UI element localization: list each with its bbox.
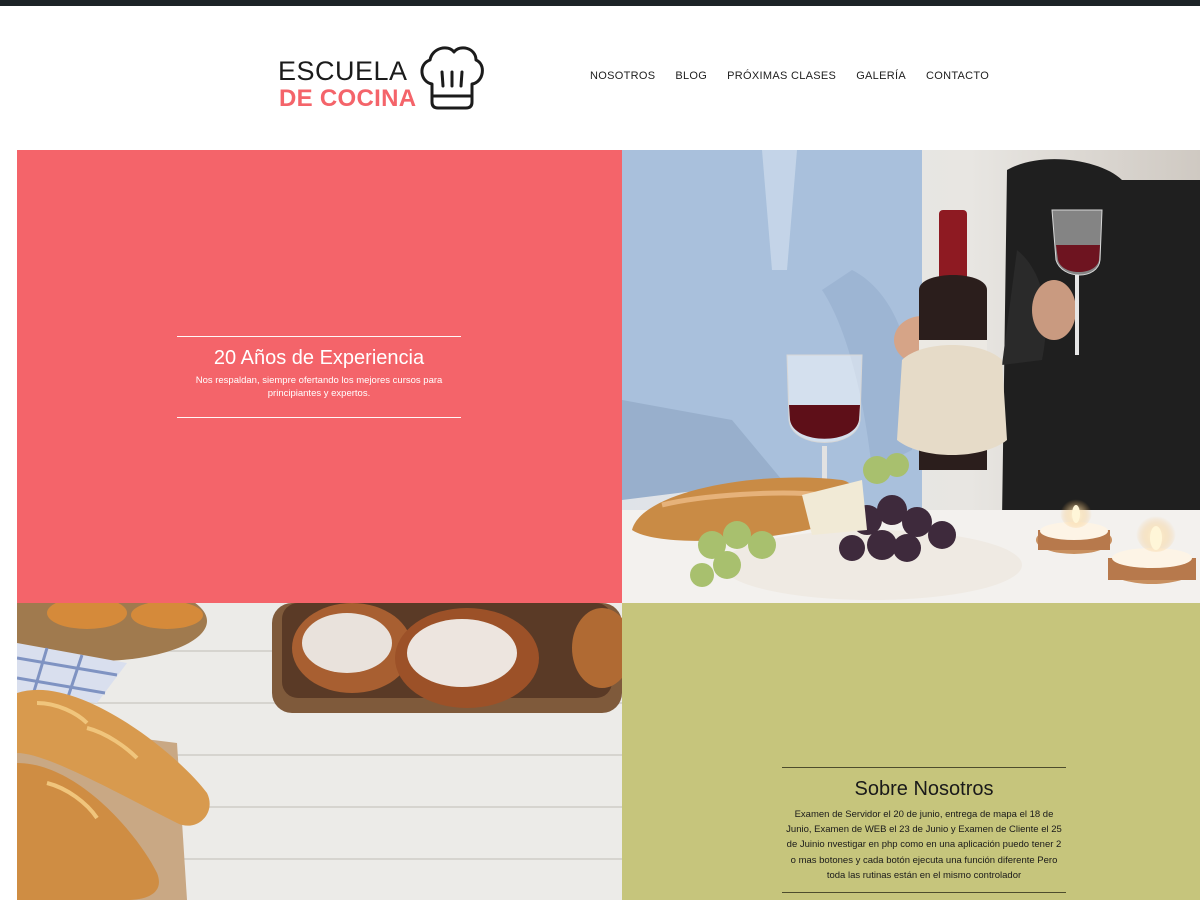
about-text: Examen de Servidor el 20 de junio, entre… xyxy=(786,809,1062,881)
about-panel: Sobre Nosotros Examen de Servidor el 20 … xyxy=(622,603,1200,900)
main-nav: NOSOTROS BLOG PRÓXIMAS CLASES GALERÍA CO… xyxy=(590,70,1009,82)
bread-illustration xyxy=(17,603,622,900)
bread-on-table-photo xyxy=(17,603,622,900)
logo-text-line2: DE COCINA xyxy=(279,85,417,112)
chef-hat-icon xyxy=(420,46,484,110)
experience-title: 20 Años de Experiencia xyxy=(213,347,425,369)
nav-item-contacto[interactable]: CONTACTO xyxy=(926,70,989,82)
nav-item-blog[interactable]: BLOG xyxy=(675,70,707,82)
dinner-illustration xyxy=(622,150,1200,603)
about-textbox: Sobre Nosotros Examen de Servidor el 20 … xyxy=(782,767,1066,893)
wine-dinner-photo xyxy=(622,150,1200,603)
experience-textbox: 20 Años de Experiencia Nos respaldan, si… xyxy=(177,336,461,418)
experience-text: Nos respaldan, siempre ofertando los mej… xyxy=(195,375,443,399)
logo-text-line1: ESCUELA xyxy=(278,56,408,86)
left-gutter xyxy=(0,6,17,900)
site-logo[interactable]: ESCUELA DE COCINA xyxy=(278,40,488,114)
nav-item-galeria[interactable]: GALERÍA xyxy=(856,70,906,82)
nav-item-nosotros[interactable]: NOSOTROS xyxy=(590,70,655,82)
experience-panel: 20 Años de Experiencia Nos respaldan, si… xyxy=(17,150,622,603)
admin-bar xyxy=(0,0,1200,6)
about-title: Sobre Nosotros xyxy=(854,778,994,800)
nav-item-proximas-clases[interactable]: PRÓXIMAS CLASES xyxy=(727,70,836,82)
